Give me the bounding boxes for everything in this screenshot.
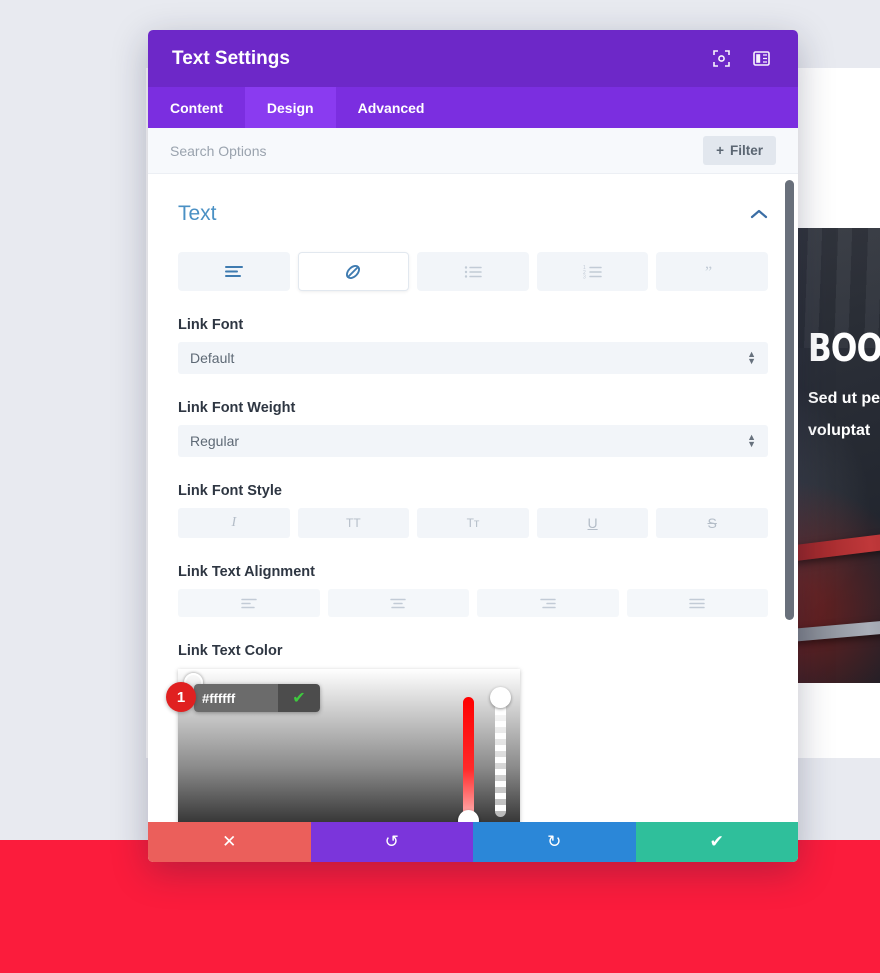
link-font-style-buttons: I TT Tт U S (178, 508, 768, 538)
hue-slider[interactable] (463, 697, 474, 817)
section-title: Text (178, 202, 217, 225)
hex-color-input[interactable] (194, 684, 278, 712)
color-picker: ✔ 1 (166, 669, 520, 822)
alpha-slider-handle[interactable] (490, 687, 511, 708)
filter-button[interactable]: + Filter (703, 136, 776, 165)
link-font-style-label: Link Font Style (178, 483, 282, 499)
link-text-alignment-label: Link Text Alignment (178, 564, 315, 580)
settings-scroll-area: Text 1 2 3 ” Link Font Default ▲ ▼ Link … (148, 174, 798, 822)
undo-button[interactable]: ↺ (310, 822, 473, 862)
hero-subtitle-line-2: voluptat (808, 422, 871, 439)
tab-advanced[interactable]: Advanced (336, 87, 447, 128)
chevron-up-icon[interactable] (750, 208, 768, 220)
paragraph-text-icon[interactable] (178, 252, 290, 291)
link-font-select[interactable]: Default (178, 342, 768, 374)
cancel-button[interactable]: ✕ (148, 822, 311, 862)
hue-slider-handle[interactable] (458, 810, 479, 822)
search-input[interactable] (170, 142, 704, 159)
link-text-color-label: Link Text Color (178, 643, 283, 659)
hex-color-field: ✔ (194, 684, 320, 712)
plus-icon: + (716, 143, 724, 158)
color-saturation-area[interactable]: ✔ 1 (166, 669, 520, 822)
hero-title: BOOK (808, 326, 880, 370)
alpha-slider[interactable] (495, 697, 506, 817)
modal-body: Text 1 2 3 ” Link Font Default ▲ ▼ Link … (148, 174, 798, 822)
underline-button[interactable]: U (536, 508, 649, 538)
text-type-tabs: 1 2 3 ” (178, 252, 768, 291)
align-left-icon[interactable] (178, 589, 320, 617)
tab-design[interactable]: Design (244, 87, 336, 128)
search-row: + Filter (148, 128, 798, 174)
modal-scrollbar[interactable] (785, 180, 794, 620)
tab-content[interactable]: Content (148, 87, 245, 128)
modal-footer: ✕ ↺ ↻ ✔ (148, 822, 798, 862)
link-icon[interactable] (297, 252, 410, 291)
align-right-icon[interactable] (477, 589, 619, 617)
save-button[interactable]: ✔ (635, 822, 798, 862)
small-caps-button[interactable]: Tт (417, 508, 529, 538)
text-settings-modal: Text Settings Content Design Advanced + … (148, 30, 798, 862)
link-font-weight-select-wrap: Regular ▲ ▼ (178, 425, 768, 457)
align-center-icon[interactable] (327, 589, 469, 617)
strikethrough-button[interactable]: S (656, 508, 768, 538)
svg-text:”: ” (705, 264, 712, 280)
link-font-weight-label: Link Font Weight (178, 400, 296, 416)
filter-button-label: Filter (729, 143, 763, 158)
italic-button[interactable]: I (178, 508, 290, 538)
link-font-weight-select[interactable]: Regular (178, 425, 768, 457)
redo-button[interactable]: ↻ (473, 822, 636, 862)
modal-title: Text Settings (172, 47, 290, 69)
fullscreen-icon[interactable] (708, 46, 734, 72)
align-justify-icon[interactable] (626, 589, 768, 617)
link-text-alignment-buttons (178, 589, 768, 617)
step-badge-1: 1 (166, 682, 196, 712)
uppercase-button[interactable]: TT (297, 508, 410, 538)
modal-header: Text Settings (148, 30, 798, 87)
hex-confirm-checkmark-icon[interactable]: ✔ (278, 684, 320, 712)
link-font-label: Link Font (178, 317, 244, 333)
modal-tabs: Content Design Advanced (148, 87, 798, 128)
hero-subtitle-line-1: Sed ut pe (808, 390, 880, 407)
link-font-select-wrap: Default ▲ ▼ (178, 342, 768, 374)
ordered-list-icon[interactable]: 1 2 3 (536, 252, 649, 291)
split-view-icon[interactable] (748, 46, 774, 72)
unordered-list-icon[interactable] (417, 252, 529, 291)
blockquote-icon[interactable]: ” (656, 252, 768, 291)
text-section-header: Text (178, 174, 768, 232)
svg-text:3: 3 (583, 274, 586, 280)
